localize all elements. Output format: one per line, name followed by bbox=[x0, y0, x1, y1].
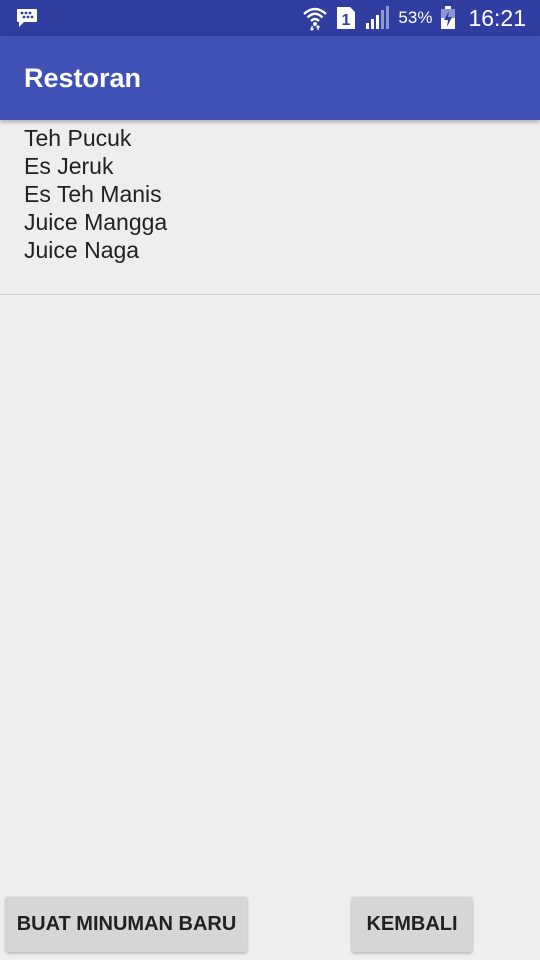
new-drink-button[interactable]: BUAT MINUMAN BARU bbox=[6, 897, 247, 952]
clock: 16:21 bbox=[468, 4, 526, 31]
sim-label: 1 bbox=[342, 12, 351, 29]
list-item[interactable]: Es Teh Manis bbox=[24, 180, 167, 208]
battery-percent: 53% bbox=[398, 8, 433, 27]
battery-charging-icon bbox=[440, 6, 456, 30]
list-item[interactable]: Juice Mangga bbox=[24, 208, 167, 236]
list-item[interactable]: Juice Naga bbox=[24, 236, 167, 264]
drink-list: Teh Pucuk Es Jeruk Es Teh Manis Juice Ma… bbox=[24, 124, 167, 264]
signal-icon bbox=[364, 6, 390, 30]
status-bar: 1 53% 16:21 bbox=[0, 0, 540, 36]
back-button[interactable]: KEMBALI bbox=[352, 897, 472, 952]
list-item[interactable]: Es Jeruk bbox=[24, 152, 167, 180]
drink-list-panel: Teh Pucuk Es Jeruk Es Teh Manis Juice Ma… bbox=[0, 120, 540, 295]
bbm-chat-icon bbox=[16, 8, 38, 28]
wifi-icon bbox=[302, 5, 328, 31]
app-bar: Restoran bbox=[0, 36, 540, 120]
page-title: Restoran bbox=[24, 63, 142, 93]
list-item[interactable]: Teh Pucuk bbox=[24, 124, 167, 152]
sim-1-icon: 1 bbox=[336, 6, 356, 30]
